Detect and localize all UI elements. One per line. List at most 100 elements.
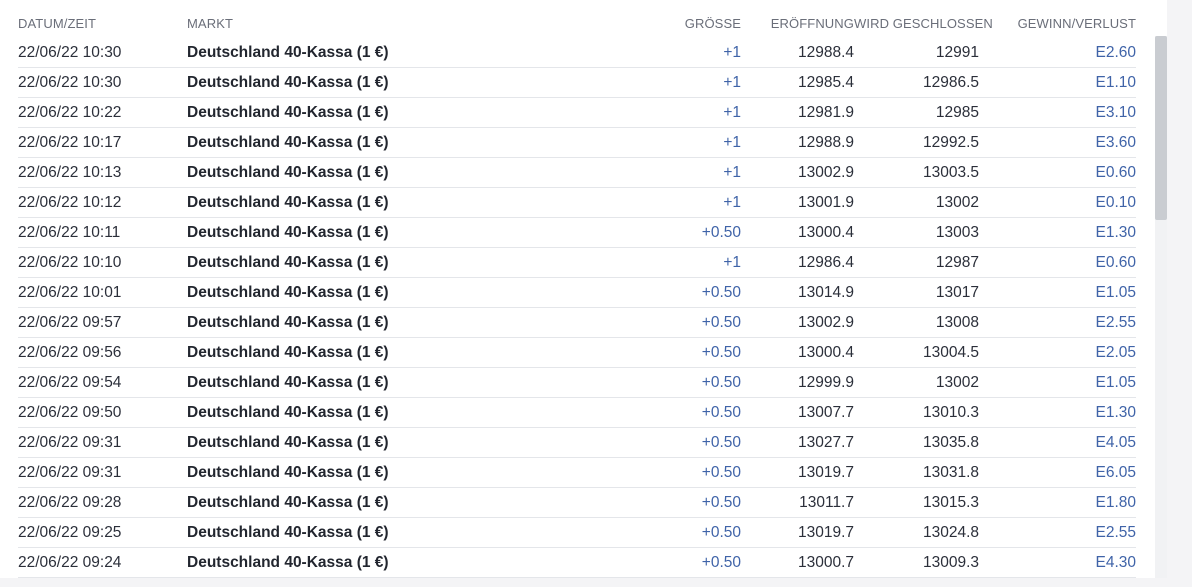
cell-open: 12986.4 bbox=[797, 253, 854, 271]
table-row[interactable]: 22/06/22 10:01 Deutschland 40-Kassa (1 €)… bbox=[18, 278, 1136, 308]
cell-profit-loss: E1.10 bbox=[1095, 73, 1136, 91]
cell-open: 12988.9 bbox=[797, 133, 854, 151]
table-row[interactable]: 22/06/22 09:50 Deutschland 40-Kassa (1 €)… bbox=[18, 398, 1136, 428]
cell-market: Deutschland 40-Kassa (1 €) bbox=[187, 463, 389, 481]
cell-date: 22/06/22 10:22 bbox=[18, 103, 122, 121]
table-row[interactable]: 22/06/22 09:57 Deutschland 40-Kassa (1 €)… bbox=[18, 308, 1136, 338]
cell-date: 22/06/22 09:54 bbox=[18, 373, 122, 391]
cell-open: 13011.7 bbox=[799, 493, 854, 511]
cell-date: 22/06/22 10:01 bbox=[18, 283, 122, 301]
cell-close: 13003.5 bbox=[922, 163, 979, 181]
cell-market: Deutschland 40-Kassa (1 €) bbox=[187, 73, 389, 91]
cell-date: 22/06/22 09:56 bbox=[18, 343, 122, 361]
table-body: 22/06/22 10:30 Deutschland 40-Kassa (1 €)… bbox=[18, 38, 1136, 578]
cell-profit-loss: E2.55 bbox=[1095, 523, 1136, 541]
cell-date: 22/06/22 09:50 bbox=[18, 403, 122, 421]
cell-profit-loss: E0.10 bbox=[1095, 193, 1136, 211]
table-row[interactable]: 22/06/22 09:31 Deutschland 40-Kassa (1 €)… bbox=[18, 458, 1136, 488]
cell-profit-loss: E2.55 bbox=[1095, 313, 1136, 331]
cell-size: +0.50 bbox=[701, 463, 741, 481]
cell-market: Deutschland 40-Kassa (1 €) bbox=[187, 553, 389, 571]
cell-date: 22/06/22 10:12 bbox=[18, 193, 122, 211]
table-row[interactable]: 22/06/22 10:12 Deutschland 40-Kassa (1 €)… bbox=[18, 188, 1136, 218]
cell-open: 13001.9 bbox=[797, 193, 854, 211]
table-row[interactable]: 22/06/22 09:25 Deutschland 40-Kassa (1 €)… bbox=[18, 518, 1136, 548]
cell-market: Deutschland 40-Kassa (1 €) bbox=[187, 433, 389, 451]
cell-size: +0.50 bbox=[701, 283, 741, 301]
cell-open: 13014.9 bbox=[797, 283, 854, 301]
cell-profit-loss: E3.10 bbox=[1095, 103, 1136, 121]
cell-market: Deutschland 40-Kassa (1 €) bbox=[187, 343, 389, 361]
cell-close: 13009.3 bbox=[922, 553, 979, 571]
cell-close: 13002 bbox=[935, 373, 979, 391]
trade-history-table: DATUM/ZEIT MARKT GRÖSSE ERÖFFNUNG WIRD G… bbox=[18, 8, 1136, 578]
cell-profit-loss: E2.05 bbox=[1095, 343, 1136, 361]
cell-market: Deutschland 40-Kassa (1 €) bbox=[187, 523, 389, 541]
cell-open: 13007.7 bbox=[797, 403, 854, 421]
cell-close: 13003 bbox=[935, 223, 979, 241]
cell-profit-loss: E4.05 bbox=[1095, 433, 1136, 451]
cell-profit-loss: E1.30 bbox=[1095, 223, 1136, 241]
cell-market: Deutschland 40-Kassa (1 €) bbox=[187, 193, 389, 211]
cell-open: 13000.7 bbox=[797, 553, 854, 571]
table-row[interactable]: 22/06/22 09:54 Deutschland 40-Kassa (1 €)… bbox=[18, 368, 1136, 398]
cell-profit-loss: E2.60 bbox=[1095, 43, 1136, 61]
cell-size: +1 bbox=[723, 73, 741, 91]
cell-market: Deutschland 40-Kassa (1 €) bbox=[187, 133, 389, 151]
cell-market: Deutschland 40-Kassa (1 €) bbox=[187, 223, 389, 241]
cell-date: 22/06/22 10:30 bbox=[18, 73, 122, 91]
cell-profit-loss: E3.60 bbox=[1095, 133, 1136, 151]
header-open[interactable]: ERÖFFNUNG bbox=[741, 16, 854, 31]
table-row[interactable]: 22/06/22 09:24 Deutschland 40-Kassa (1 €)… bbox=[18, 548, 1136, 578]
header-close[interactable]: WIRD GESCHLOSSEN bbox=[854, 16, 993, 31]
cell-close: 12985 bbox=[935, 103, 979, 121]
header-size[interactable]: GRÖSSE bbox=[642, 16, 741, 31]
table-row[interactable]: 22/06/22 10:17 Deutschland 40-Kassa (1 €)… bbox=[18, 128, 1136, 158]
table-row[interactable]: 22/06/22 09:28 Deutschland 40-Kassa (1 €)… bbox=[18, 488, 1136, 518]
table-row[interactable]: 22/06/22 10:11 Deutschland 40-Kassa (1 €)… bbox=[18, 218, 1136, 248]
cell-size: +1 bbox=[723, 103, 741, 121]
table-row[interactable]: 22/06/22 10:22 Deutschland 40-Kassa (1 €)… bbox=[18, 98, 1136, 128]
cell-close: 13010.3 bbox=[922, 403, 979, 421]
cell-close: 13035.8 bbox=[922, 433, 979, 451]
header-profit-loss[interactable]: GEWINN/VERLUST bbox=[979, 16, 1136, 31]
cell-size: +0.50 bbox=[701, 403, 741, 421]
cell-profit-loss: E1.05 bbox=[1095, 373, 1136, 391]
table-row[interactable]: 22/06/22 10:30 Deutschland 40-Kassa (1 €)… bbox=[18, 38, 1136, 68]
cell-profit-loss: E1.05 bbox=[1095, 283, 1136, 301]
cell-open: 13027.7 bbox=[797, 433, 854, 451]
cell-date: 22/06/22 10:11 bbox=[18, 223, 121, 241]
cell-profit-loss: E0.60 bbox=[1095, 163, 1136, 181]
cell-market: Deutschland 40-Kassa (1 €) bbox=[187, 493, 389, 511]
table-row[interactable]: 22/06/22 10:30 Deutschland 40-Kassa (1 €)… bbox=[18, 68, 1136, 98]
cell-close: 13008 bbox=[935, 313, 979, 331]
cell-open: 13019.7 bbox=[797, 463, 854, 481]
scrollbar-thumb[interactable] bbox=[1155, 36, 1167, 220]
table-row[interactable]: 22/06/22 10:10 Deutschland 40-Kassa (1 €)… bbox=[18, 248, 1136, 278]
cell-open: 12985.4 bbox=[797, 73, 854, 91]
cell-market: Deutschland 40-Kassa (1 €) bbox=[187, 403, 389, 421]
cell-market: Deutschland 40-Kassa (1 €) bbox=[187, 283, 389, 301]
cell-size: +0.50 bbox=[701, 223, 741, 241]
header-market[interactable]: MARKT bbox=[187, 16, 642, 31]
cell-market: Deutschland 40-Kassa (1 €) bbox=[187, 163, 389, 181]
table-row[interactable]: 22/06/22 10:13 Deutschland 40-Kassa (1 €)… bbox=[18, 158, 1136, 188]
cell-date: 22/06/22 09:57 bbox=[18, 313, 122, 331]
cell-size: +0.50 bbox=[701, 553, 741, 571]
cell-close: 12991 bbox=[935, 43, 979, 61]
cell-market: Deutschland 40-Kassa (1 €) bbox=[187, 253, 389, 271]
cell-close: 12986.5 bbox=[922, 73, 979, 91]
cell-date: 22/06/22 09:24 bbox=[18, 553, 122, 571]
cell-size: +0.50 bbox=[701, 433, 741, 451]
cell-profit-loss: E0.60 bbox=[1095, 253, 1136, 271]
cell-close: 13024.8 bbox=[922, 523, 979, 541]
cell-close: 12992.5 bbox=[922, 133, 979, 151]
cell-date: 22/06/22 10:10 bbox=[18, 253, 122, 271]
cell-size: +1 bbox=[723, 193, 741, 211]
table-row[interactable]: 22/06/22 09:31 Deutschland 40-Kassa (1 €)… bbox=[18, 428, 1136, 458]
header-date[interactable]: DATUM/ZEIT bbox=[18, 16, 187, 31]
cell-size: +1 bbox=[723, 253, 741, 271]
cell-close: 13017 bbox=[935, 283, 979, 301]
table-row[interactable]: 22/06/22 09:56 Deutschland 40-Kassa (1 €)… bbox=[18, 338, 1136, 368]
cell-date: 22/06/22 09:28 bbox=[18, 493, 122, 511]
